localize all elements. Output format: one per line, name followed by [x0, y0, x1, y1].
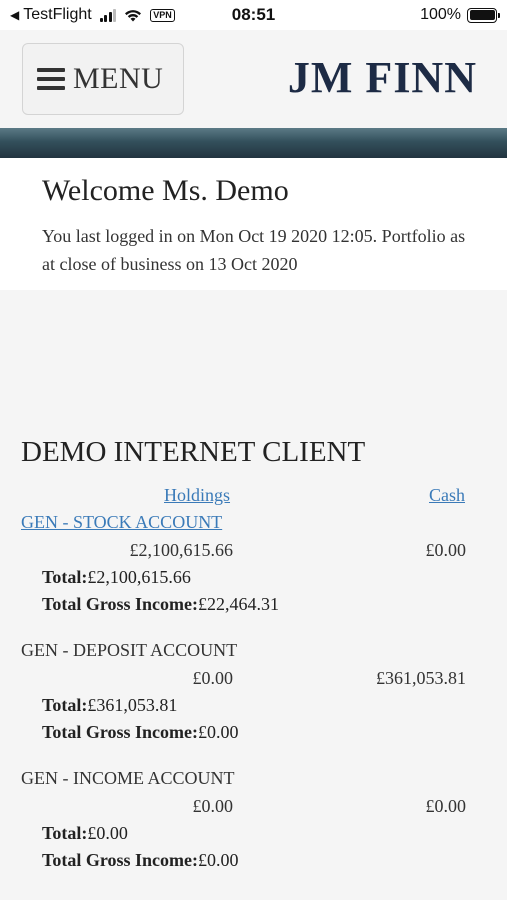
battery-percent: 100%	[420, 6, 461, 23]
hamburger-icon	[37, 68, 65, 90]
account-total: Total:£2,100,615.66	[42, 567, 191, 588]
account-gross-income: Total Gross Income:£22,464.31	[42, 594, 279, 615]
total-value: £2,100,615.66	[87, 567, 191, 587]
battery-icon	[467, 7, 500, 23]
app-header: MENU JM FINN	[0, 30, 507, 128]
gross-income-value: £0.00	[198, 850, 239, 870]
status-bar: ◀ TestFlight VPN 08:51 100%	[0, 0, 507, 30]
menu-label: MENU	[73, 62, 164, 95]
account-name-link[interactable]: GEN - STOCK ACCOUNT	[21, 512, 222, 533]
account-holdings-value: £0.00	[192, 796, 234, 816]
total-label: Total:	[42, 823, 88, 843]
gross-income-value: £0.00	[198, 722, 239, 742]
account-total: Total:£361,053.81	[42, 695, 177, 716]
account-holdings-value: £0.00	[192, 668, 234, 688]
holdings-column-link[interactable]: Holdings	[164, 485, 230, 506]
gross-income-label: Total Gross Income:	[42, 850, 199, 870]
gross-income-label: Total Gross Income:	[42, 594, 199, 614]
menu-button[interactable]: MENU	[22, 43, 184, 115]
total-value: £361,053.81	[87, 695, 178, 715]
header-divider-band	[0, 128, 507, 158]
gross-income-value: £22,464.31	[198, 594, 280, 614]
total-value: £0.00	[87, 823, 128, 843]
welcome-title: Welcome Ms. Demo	[42, 174, 289, 207]
account-total: Total:£0.00	[42, 823, 128, 844]
gross-income-label: Total Gross Income:	[42, 722, 199, 742]
account-cash-value: £0.00	[425, 796, 467, 816]
welcome-panel: Welcome Ms. Demo You last logged in on M…	[0, 158, 507, 290]
jm-finn-logo[interactable]: JM FINN	[288, 52, 477, 103]
account-cash-value: £361,053.81	[376, 668, 466, 688]
account-gross-income: Total Gross Income:£0.00	[42, 850, 239, 871]
account-name: GEN - DEPOSIT ACCOUNT	[21, 640, 238, 660]
total-label: Total:	[42, 695, 88, 715]
account-name: GEN - INCOME ACCOUNT	[21, 768, 235, 788]
last-login-message: You last logged in on Mon Oct 19 2020 12…	[42, 226, 466, 274]
client-name-heading: DEMO INTERNET CLIENT	[21, 436, 366, 468]
account-holdings-value: £2,100,615.66	[129, 540, 234, 560]
cash-column-link[interactable]: Cash	[429, 485, 465, 506]
status-right: 100%	[420, 6, 500, 24]
account-cash-value: £0.00	[425, 540, 467, 560]
account-gross-income: Total Gross Income:£0.00	[42, 722, 239, 743]
total-label: Total:	[42, 567, 88, 587]
